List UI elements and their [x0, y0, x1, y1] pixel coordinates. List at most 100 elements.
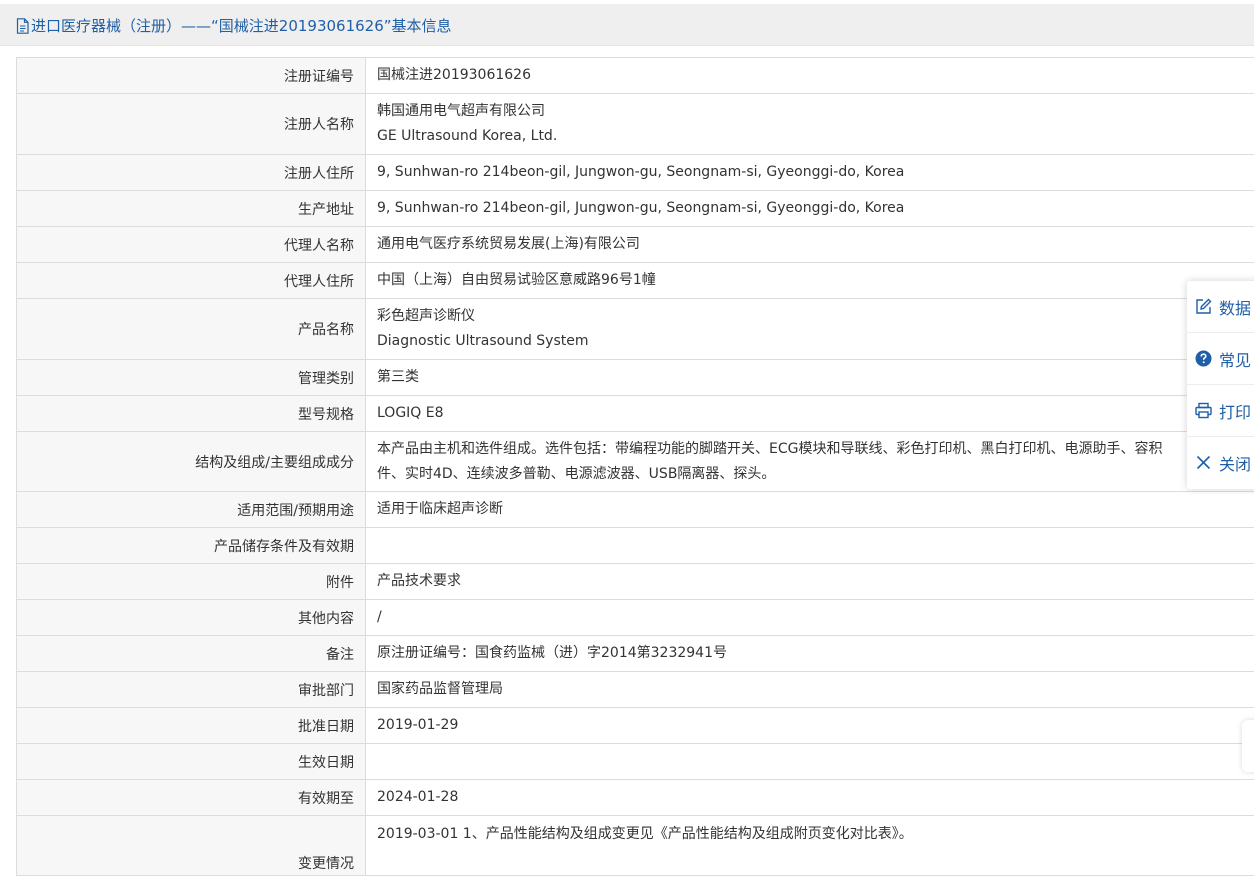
- value-line: 2019-01-29: [377, 713, 1254, 738]
- field-label: 备注: [17, 636, 366, 672]
- value-line: 2024-01-28: [377, 785, 1254, 810]
- value-line: 产品技术要求: [377, 569, 1254, 594]
- field-label: 批准日期: [17, 708, 366, 744]
- edit-icon: [1195, 298, 1212, 315]
- field-value: 本产品由主机和选件组成。选件包括：带编程功能的脚踏开关、ECG模块和导联线、彩色…: [366, 432, 1254, 492]
- faq-button-label: 常见: [1219, 347, 1251, 371]
- field-value: 2024-01-28: [366, 780, 1254, 816]
- value-line: 本产品由主机和选件组成。选件包括：带编程功能的脚踏开关、ECG模块和导联线、彩色…: [377, 437, 1254, 462]
- field-value: 2019-01-29: [366, 708, 1254, 744]
- value-line: 9, Sunhwan-ro 214beon-gil, Jungwon-gu, S…: [377, 196, 1254, 221]
- field-value: 第三类: [366, 360, 1254, 396]
- table-row: 有效期至 2024-01-28: [17, 780, 1254, 816]
- info-table: 注册证编号 国械注进20193061626 注册人名称 韩国通用电气超声有限公司…: [16, 57, 1254, 876]
- field-label: 附件: [17, 564, 366, 600]
- table-row: 其他内容 /: [17, 600, 1254, 636]
- value-line: 适用于临床超声诊断: [377, 497, 1254, 522]
- field-value: LOGIQ E8: [366, 396, 1254, 432]
- field-label: 变更情况: [17, 816, 366, 876]
- field-label: 型号规格: [17, 396, 366, 432]
- table-row: 结构及组成/主要组成成分 本产品由主机和选件组成。选件包括：带编程功能的脚踏开关…: [17, 432, 1254, 492]
- table-row: 产品储存条件及有效期: [17, 528, 1254, 564]
- table-row: 生产地址 9, Sunhwan-ro 214beon-gil, Jungwon-…: [17, 191, 1254, 227]
- field-label: 生效日期: [17, 744, 366, 780]
- field-label: 产品储存条件及有效期: [17, 528, 366, 564]
- field-value: 9, Sunhwan-ro 214beon-gil, Jungwon-gu, S…: [366, 155, 1254, 191]
- question-circle-icon: [1195, 350, 1212, 367]
- table-row: 备注 原注册证编号：国食药监械（进）字2014第3232941号: [17, 636, 1254, 672]
- table-row: 审批部门 国家药品监督管理局: [17, 672, 1254, 708]
- page-title-text: 进口医疗器械（注册）——“国械注进20193061626”基本信息: [31, 15, 452, 36]
- table-row: 型号规格 LOGIQ E8: [17, 396, 1254, 432]
- field-label: 审批部门: [17, 672, 366, 708]
- field-value: 9, Sunhwan-ro 214beon-gil, Jungwon-gu, S…: [366, 191, 1254, 227]
- value-line: 件、实时4D、连续波多普勒、电源滤波器、USB隔离器、探头。: [377, 462, 1254, 487]
- value-line: 韩国通用电气超声有限公司: [377, 99, 1254, 124]
- field-label: 其他内容: [17, 600, 366, 636]
- close-icon: [1195, 454, 1212, 471]
- table-row: 产品名称 彩色超声诊断仪 Diagnostic Ultrasound Syste…: [17, 299, 1254, 360]
- field-label: 代理人住所: [17, 263, 366, 299]
- field-label: 代理人名称: [17, 227, 366, 263]
- table-row: 代理人住所 中国（上海）自由贸易试验区意威路96号1幢: [17, 263, 1254, 299]
- table-row: 注册人住所 9, Sunhwan-ro 214beon-gil, Jungwon…: [17, 155, 1254, 191]
- value-line: 第三类: [377, 365, 1254, 390]
- data-button[interactable]: 数据: [1187, 281, 1254, 333]
- field-label: 生产地址: [17, 191, 366, 227]
- table-row: 注册证编号 国械注进20193061626: [17, 58, 1254, 94]
- value-line: 原注册证编号：国食药监械（进）字2014第3232941号: [377, 641, 1254, 666]
- field-label: 适用范围/预期用途: [17, 492, 366, 528]
- field-label: 有效期至: [17, 780, 366, 816]
- floating-action-panel: 数据 常见 打印 关闭: [1187, 281, 1254, 489]
- table-row: 代理人名称 通用电气医疗系统贸易发展(上海)有限公司: [17, 227, 1254, 263]
- value-line: 中国（上海）自由贸易试验区意威路96号1幢: [377, 268, 1254, 293]
- print-button-label: 打印: [1219, 399, 1251, 423]
- field-value: 产品技术要求: [366, 564, 1254, 600]
- field-value: 国家药品监督管理局: [366, 672, 1254, 708]
- side-toggle-handle[interactable]: [1242, 720, 1254, 772]
- value-line: LOGIQ E8: [377, 401, 1254, 426]
- field-label: 管理类别: [17, 360, 366, 396]
- table-row: 注册人名称 韩国通用电气超声有限公司 GE Ultrasound Korea, …: [17, 94, 1254, 155]
- field-label: 结构及组成/主要组成成分: [17, 432, 366, 492]
- value-line: Diagnostic Ultrasound System: [377, 329, 1254, 354]
- close-button[interactable]: 关闭: [1187, 437, 1254, 488]
- header-bar: 进口医疗器械（注册）——“国械注进20193061626”基本信息: [0, 4, 1254, 46]
- value-line: 9, Sunhwan-ro 214beon-gil, Jungwon-gu, S…: [377, 160, 1254, 185]
- field-label: 注册证编号: [17, 58, 366, 94]
- table-row: 生效日期: [17, 744, 1254, 780]
- field-value: 中国（上海）自由贸易试验区意威路96号1幢: [366, 263, 1254, 299]
- print-icon: [1195, 402, 1212, 419]
- value-line: 2019-03-01 1、产品性能结构及组成变更见《产品性能结构及组成附页变化对…: [377, 822, 1254, 847]
- value-line: 国械注进20193061626: [377, 63, 1254, 88]
- field-value: 适用于临床超声诊断: [366, 492, 1254, 528]
- data-button-label: 数据: [1219, 295, 1251, 319]
- field-value: [366, 528, 1254, 564]
- faq-button[interactable]: 常见: [1187, 333, 1254, 385]
- table-row: 适用范围/预期用途 适用于临床超声诊断: [17, 492, 1254, 528]
- field-value: 韩国通用电气超声有限公司 GE Ultrasound Korea, Ltd.: [366, 94, 1254, 155]
- field-value: 2019-03-01 1、产品性能结构及组成变更见《产品性能结构及组成附页变化对…: [366, 816, 1254, 876]
- table-row: 附件 产品技术要求: [17, 564, 1254, 600]
- field-label: 产品名称: [17, 299, 366, 360]
- print-button[interactable]: 打印: [1187, 385, 1254, 437]
- value-line: 国家药品监督管理局: [377, 677, 1254, 702]
- field-label: 注册人名称: [17, 94, 366, 155]
- page-title: 进口医疗器械（注册）——“国械注进20193061626”基本信息: [16, 15, 452, 36]
- table-row: 管理类别 第三类: [17, 360, 1254, 396]
- value-line: GE Ultrasound Korea, Ltd.: [377, 124, 1254, 149]
- close-button-label: 关闭: [1219, 451, 1251, 475]
- field-value: 通用电气医疗系统贸易发展(上海)有限公司: [366, 227, 1254, 263]
- value-line: 彩色超声诊断仪: [377, 304, 1254, 329]
- field-value: /: [366, 600, 1254, 636]
- field-value: 原注册证编号：国食药监械（进）字2014第3232941号: [366, 636, 1254, 672]
- field-value: 国械注进20193061626: [366, 58, 1254, 94]
- value-line: /: [377, 605, 1254, 630]
- table-row: 批准日期 2019-01-29: [17, 708, 1254, 744]
- field-label: 注册人住所: [17, 155, 366, 191]
- field-value: 彩色超声诊断仪 Diagnostic Ultrasound System: [366, 299, 1254, 360]
- document-icon: [16, 18, 29, 34]
- value-line: 通用电气医疗系统贸易发展(上海)有限公司: [377, 232, 1254, 257]
- table-row: 变更情况 2019-03-01 1、产品性能结构及组成变更见《产品性能结构及组成…: [17, 816, 1254, 876]
- field-value: [366, 744, 1254, 780]
